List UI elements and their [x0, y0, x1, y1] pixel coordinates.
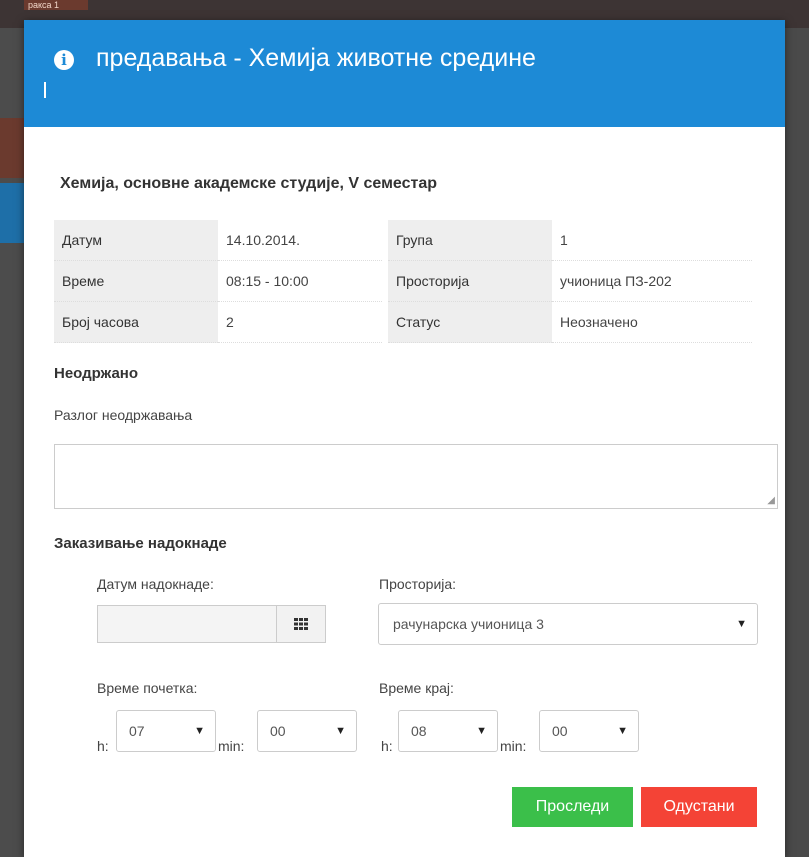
end-time-label: Време крај:: [379, 680, 454, 696]
start-hour-value: 07: [129, 723, 145, 739]
info-label: Просторија: [388, 260, 552, 302]
reason-textarea[interactable]: ◢: [54, 444, 778, 509]
dropdown-arrow-icon: ▼: [617, 725, 628, 737]
lecture-info-table: Датум 14.10.2014. Група 1 Време 08:15 - …: [54, 220, 752, 343]
lecture-modal: i предавања - Хемија животне средине Хем…: [24, 20, 785, 857]
info-value: Неозначено: [552, 301, 752, 343]
info-value: 2: [218, 301, 382, 343]
background-right: [785, 28, 809, 857]
start-hour-select[interactable]: 07 ▼: [116, 710, 216, 752]
info-label: Датум: [54, 220, 218, 261]
start-min-value: 00: [270, 723, 286, 739]
info-label: Статус: [388, 301, 552, 343]
resize-grip-icon[interactable]: ◢: [767, 495, 775, 506]
start-min-select[interactable]: 00 ▼: [257, 710, 357, 752]
end-hour-value: 08: [411, 723, 427, 739]
start-min-label: min:: [218, 738, 245, 754]
table-row: Време 08:15 - 10:00 Просторија учионица …: [54, 260, 752, 302]
schedule-heading: Заказивање надокнаде: [54, 535, 227, 552]
dropdown-arrow-icon: ▼: [194, 725, 205, 737]
reason-label: Разлог неодржавања: [54, 407, 193, 423]
info-icon: i: [54, 50, 74, 70]
end-min-select[interactable]: 00 ▼: [539, 710, 639, 752]
info-label: Број часова: [54, 301, 218, 343]
calendar-grid-icon: [294, 618, 308, 630]
date-label: Датум надокнаде:: [97, 576, 214, 592]
info-value: 14.10.2014.: [218, 220, 382, 261]
course-subtitle: Хемија, основне академске студије, V сем…: [60, 175, 438, 192]
dropdown-arrow-icon: ▼: [736, 618, 747, 630]
room-label: Просторија:: [379, 576, 457, 592]
room-select[interactable]: рачунарска учионица 3 ▼: [378, 603, 758, 645]
start-time-label: Време почетка:: [97, 680, 198, 696]
end-min-label: min:: [500, 738, 527, 754]
modal-title: предавања - Хемија животне средине: [96, 44, 536, 72]
makeup-date-input[interactable]: [97, 605, 277, 643]
table-row: Датум 14.10.2014. Група 1: [54, 220, 752, 261]
room-select-value: рачунарска учионица 3: [393, 616, 544, 632]
background-tab: ракса 1: [24, 0, 88, 10]
modal-header: i предавања - Хемија животне средине: [24, 20, 785, 127]
background-sidebar: [0, 28, 24, 857]
background-item: [0, 183, 24, 243]
info-value: 08:15 - 10:00: [218, 260, 382, 302]
dropdown-arrow-icon: ▼: [335, 725, 346, 737]
background-item: [0, 118, 24, 178]
calendar-button[interactable]: [277, 605, 326, 643]
not-held-heading: Неодржано: [54, 365, 139, 382]
end-hour-label: h:: [381, 738, 393, 754]
info-value: 1: [552, 220, 752, 261]
end-min-value: 00: [552, 723, 568, 739]
end-hour-select[interactable]: 08 ▼: [398, 710, 498, 752]
text-cursor: [44, 82, 46, 98]
start-hour-label: h:: [97, 738, 109, 754]
background-item: [0, 58, 24, 73]
info-label: Време: [54, 260, 218, 302]
dropdown-arrow-icon: ▼: [476, 725, 487, 737]
submit-button[interactable]: Проследи: [512, 787, 633, 827]
table-row: Број часова 2 Статус Неозначено: [54, 301, 752, 343]
cancel-button[interactable]: Одустани: [641, 787, 757, 827]
info-label: Група: [388, 220, 552, 261]
info-value: учионица ПЗ-202: [552, 260, 752, 302]
